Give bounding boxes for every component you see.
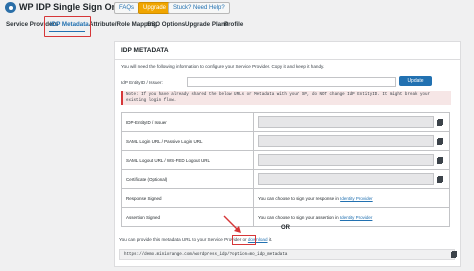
table-row: SAML Login URL / Passive Login URL (121, 131, 450, 151)
copy-icon[interactable] (437, 119, 443, 126)
app-header: WP IDP Single Sign On FAQs Upgrade Stuck… (0, 0, 474, 16)
identity-provider-link[interactable]: Identity Provider (340, 215, 373, 220)
or-separator: OR (281, 225, 290, 231)
tab-sso-options[interactable]: SSO Options (147, 21, 185, 28)
assertion-signed-text: You can choose to sign your assertion in (258, 214, 339, 220)
copy-icon[interactable] (437, 176, 443, 183)
app-title: WP IDP Single Sign On (19, 2, 118, 12)
login-url-value (258, 135, 434, 147)
download-highlight (232, 235, 256, 245)
identity-provider-link[interactable]: Identity Provider (340, 196, 373, 201)
help-button[interactable]: Stuck? Need Help? (168, 2, 230, 14)
entity-id-value (258, 116, 434, 128)
copy-icon[interactable] (437, 138, 443, 145)
logo-icon (5, 2, 16, 13)
response-signed-text: You can choose to sign your response in (258, 195, 339, 201)
row-label: Response Signed (121, 188, 254, 208)
entity-id-label: IdP EntityID / Issuer: (121, 80, 163, 85)
panel-title: IDP METADATA (121, 47, 169, 54)
logout-url-value (258, 154, 434, 166)
row-label: SAML Login URL / Passive Login URL (121, 131, 254, 151)
metadata-table: IDP-EntityID / Issuer SAML Login URL / P… (121, 112, 450, 227)
table-row: Certificate (Optional) (121, 169, 450, 189)
divider (115, 59, 460, 60)
copy-icon[interactable] (451, 251, 457, 258)
row-label: SAML Logout URL / WS-FED Logout URL (121, 150, 254, 170)
download-suffix: it. (268, 237, 273, 242)
row-label: IDP-EntityID / Issuer (121, 112, 254, 132)
active-tab-highlight (44, 16, 91, 37)
red-arrow-icon (223, 215, 241, 233)
row-label: Certificate (Optional) (121, 169, 254, 189)
table-row: Assertion Signed You can choose to sign … (121, 207, 450, 227)
idp-metadata-panel: IDP METADATA You will need the following… (114, 41, 461, 267)
tab-upgrade-plans[interactable]: Upgrade Plans (185, 21, 228, 28)
table-row: Response Signed You can choose to sign y… (121, 188, 450, 208)
faqs-button[interactable]: FAQs (114, 2, 140, 14)
metadata-url: https://demo.miniorange.com/wordpress_id… (119, 249, 455, 260)
table-row: SAML Logout URL / WS-FED Logout URL (121, 150, 450, 170)
entity-id-input[interactable] (187, 77, 396, 87)
tab-profile[interactable]: Profile (224, 21, 243, 28)
update-button[interactable]: Update (399, 76, 432, 86)
certificate-value (258, 173, 434, 185)
intro-text: You will need the following information … (121, 64, 325, 69)
upgrade-button[interactable]: Upgrade (138, 2, 172, 14)
warning-note: Note: If you have already shared the bel… (121, 91, 451, 105)
download-prefix: You can provide this metadata URL to you… (119, 237, 247, 242)
copy-icon[interactable] (437, 157, 443, 164)
table-row: IDP-EntityID / Issuer (121, 112, 450, 132)
